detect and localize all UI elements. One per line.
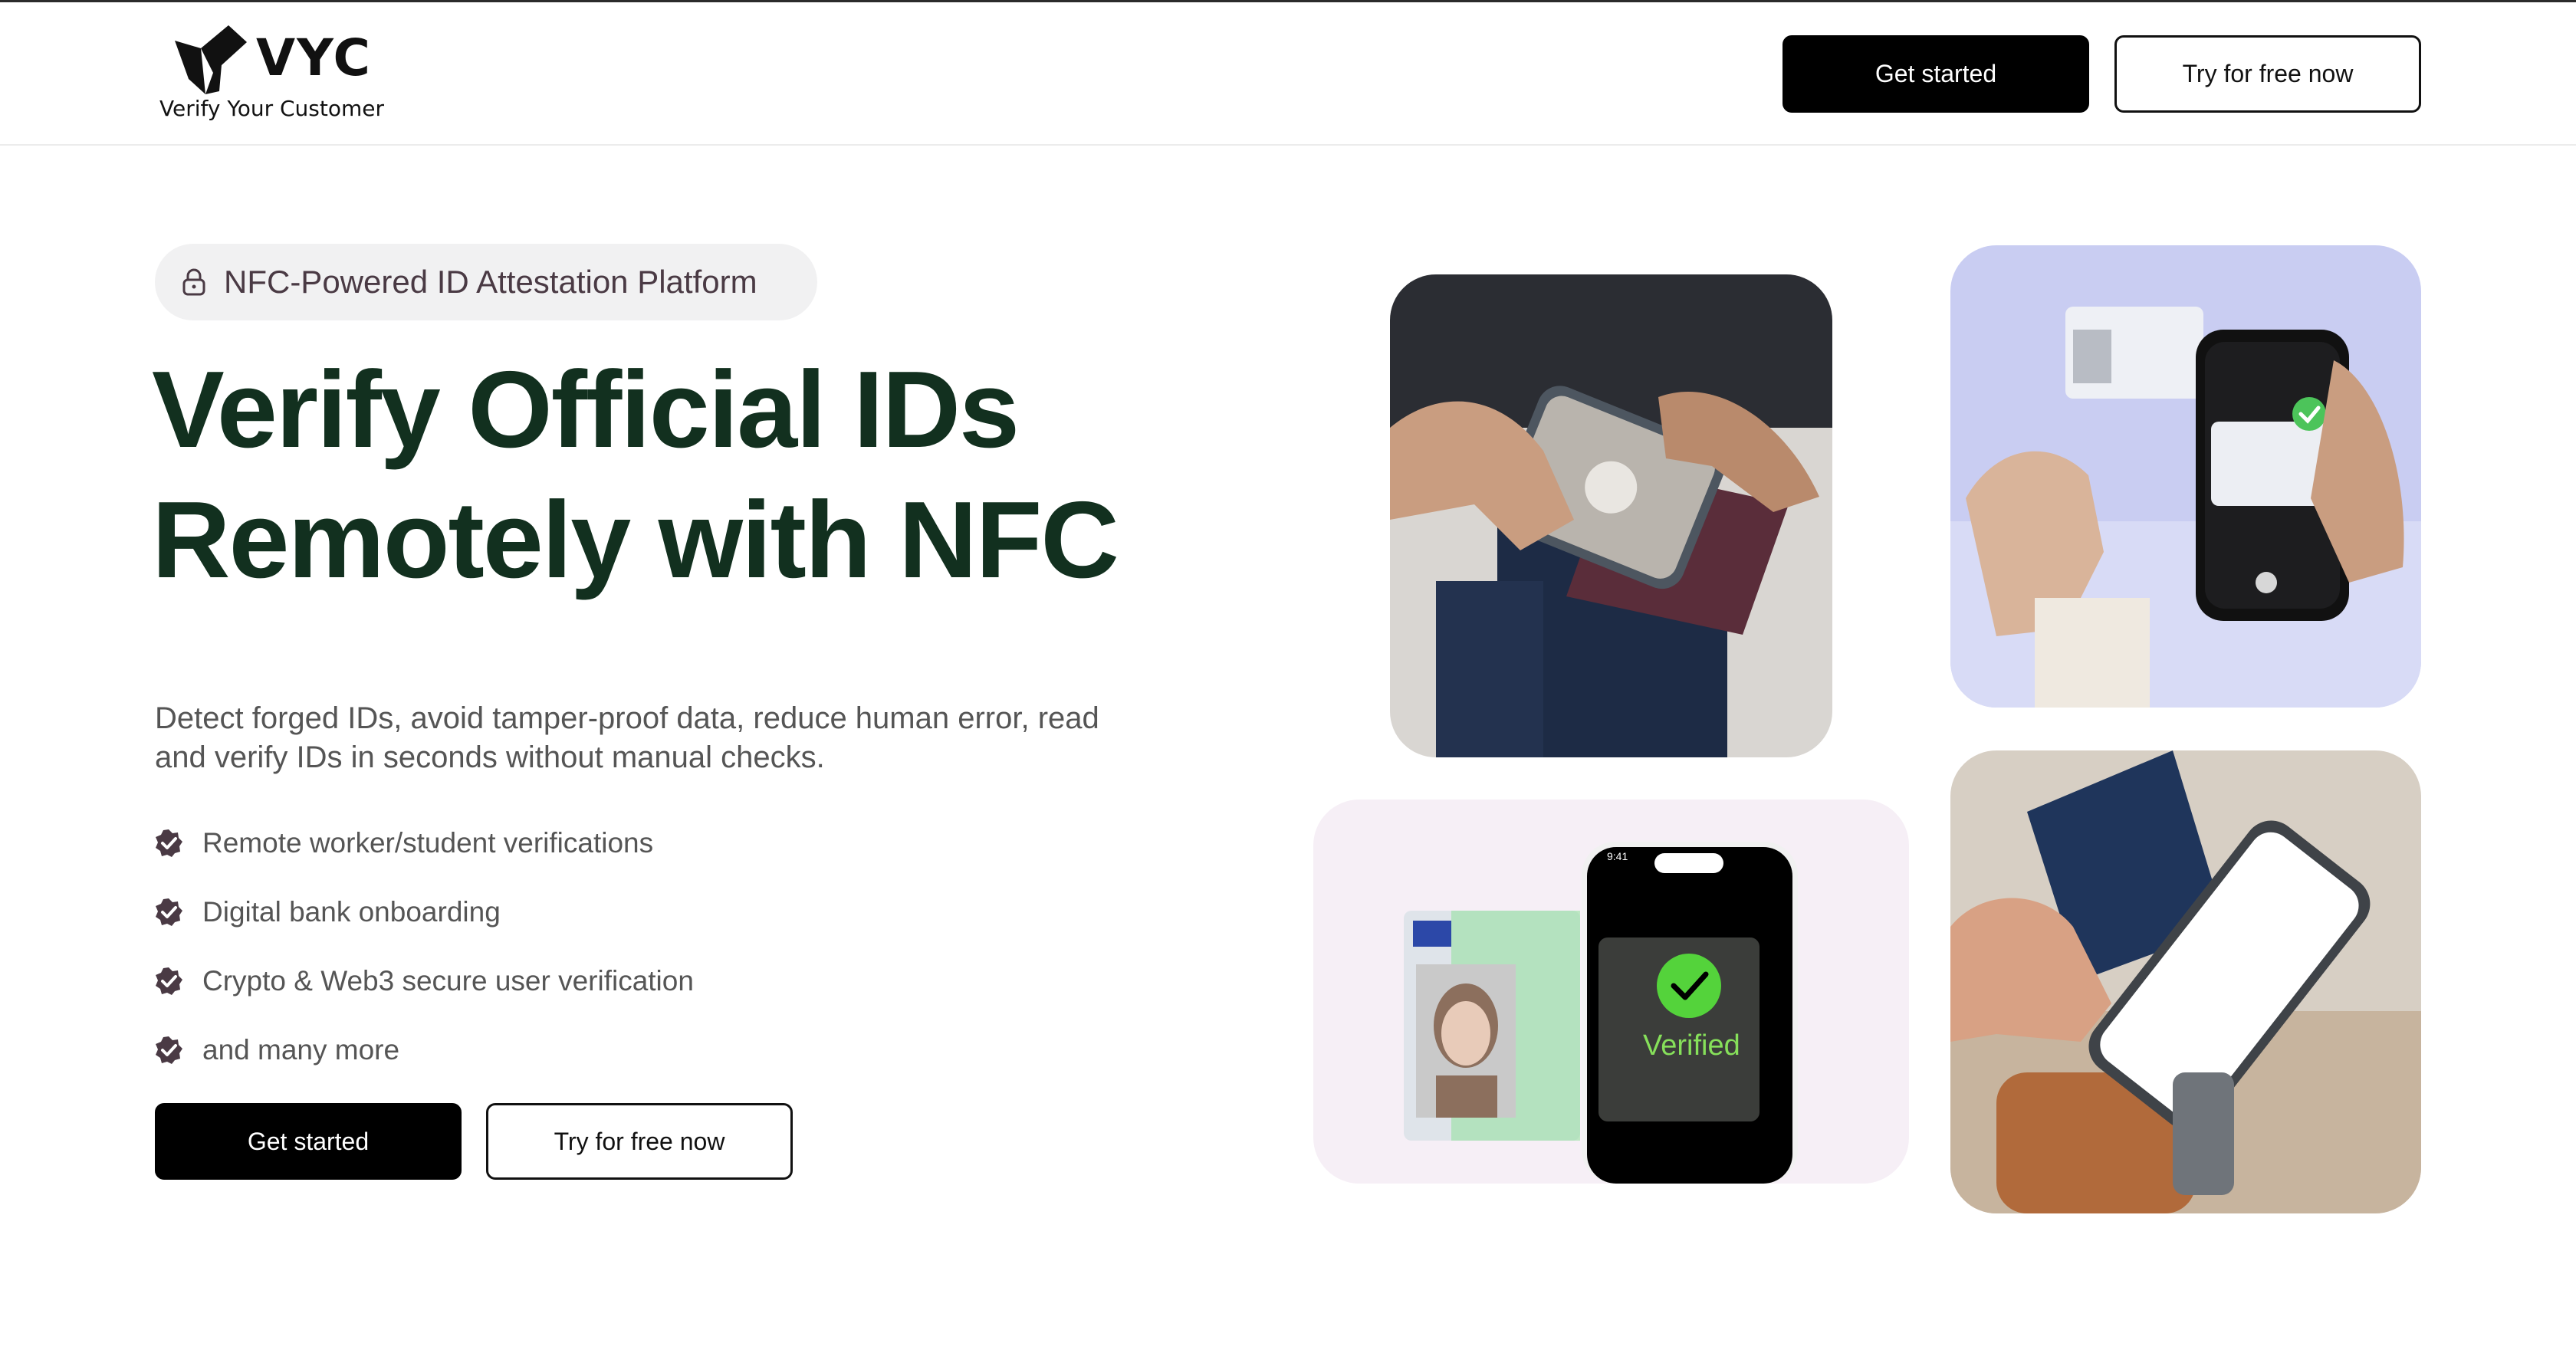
verified-label: Verified xyxy=(1643,1029,1740,1062)
hero-description: Detect forged IDs, avoid tamper-proof da… xyxy=(155,701,1099,774)
feature-item: Crypto & Web3 secure user verification xyxy=(153,947,694,1016)
hero-badge: NFC-Powered ID Attestation Platform xyxy=(155,244,817,320)
check-badge-icon xyxy=(156,967,182,995)
feature-text: Crypto & Web3 secure user verification xyxy=(202,965,694,997)
header-get-started-button[interactable]: Get started xyxy=(1783,35,2089,113)
header-try-free-button[interactable]: Try for free now xyxy=(2114,35,2421,113)
site-header: VYC Verify Your Customer Get started Try… xyxy=(0,2,2576,146)
check-badge-icon xyxy=(156,898,182,926)
phone-status-time: 9:41 xyxy=(1607,850,1628,862)
feature-item: Remote worker/student verifications xyxy=(153,809,694,878)
image-passport-phone xyxy=(1950,750,2421,1213)
feature-text: Digital bank onboarding xyxy=(202,896,501,928)
logo[interactable]: VYC Verify Your Customer xyxy=(158,25,403,125)
feature-text: Remote worker/student verifications xyxy=(202,827,654,859)
feature-item: and many more xyxy=(153,1016,694,1085)
image-phone-scanning-passport xyxy=(1390,274,1832,757)
hero-try-free-button[interactable]: Try for free now xyxy=(486,1103,793,1180)
check-badge-icon xyxy=(156,829,182,857)
image-phone-scanning-license xyxy=(1950,245,2421,708)
hero-headline: Verify Official IDs Remotely with NFC xyxy=(152,345,1225,606)
feature-list: Remote worker/student verifications Digi… xyxy=(153,809,694,1085)
check-badge-icon xyxy=(156,1036,182,1064)
logo-mark-icon xyxy=(175,25,247,94)
lock-icon xyxy=(182,268,205,296)
hero-headline-line-2: Remotely with NFC xyxy=(152,479,1119,601)
logo-tagline: Verify Your Customer xyxy=(159,96,385,121)
feature-text: and many more xyxy=(202,1034,400,1066)
logo-text: VYC xyxy=(256,28,372,87)
hero-badge-text: NFC-Powered ID Attestation Platform xyxy=(224,264,757,300)
hero-get-started-button[interactable]: Get started xyxy=(155,1103,462,1180)
feature-item: Digital bank onboarding xyxy=(153,878,694,947)
image-id-verified-phone: 9:41 Verified xyxy=(1313,800,1909,1184)
hero-headline-line-1: Verify Official IDs xyxy=(152,349,1020,471)
